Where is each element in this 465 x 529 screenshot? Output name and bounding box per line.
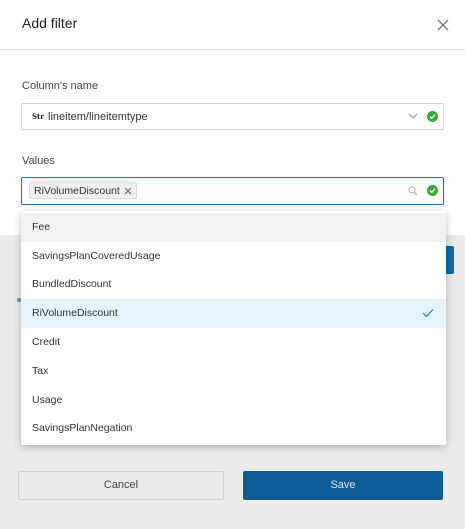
values-label: Values	[22, 155, 55, 167]
dialog-header: Add filter	[0, 0, 465, 50]
values-input[interactable]: RiVolumeDiscount	[21, 177, 444, 205]
dropdown-option[interactable]: Tax	[21, 357, 446, 386]
cancel-button[interactable]: Cancel	[18, 471, 224, 500]
check-circle-icon	[427, 185, 438, 196]
search-icon	[408, 186, 418, 196]
dropdown-option[interactable]: Credit	[21, 328, 446, 357]
dialog-title: Add filter	[22, 15, 78, 31]
dropdown-option-label: Credit	[32, 336, 61, 348]
check-circle-icon	[427, 111, 438, 122]
column-name-label: Column's name	[22, 80, 99, 92]
column-name-select[interactable]: Str lineitem/lineitemtype	[21, 103, 444, 130]
close-icon	[437, 19, 449, 31]
dropdown-option-label: RiVolumeDiscount	[32, 307, 118, 319]
dropdown-option[interactable]: Fee	[21, 213, 446, 242]
dropdown-option[interactable]: BundledDiscount	[21, 270, 446, 299]
checkmark-icon	[422, 309, 434, 318]
dropdown-option-label: SavingsPlanCoveredUsage	[32, 250, 161, 262]
string-type-icon: Str	[32, 112, 44, 121]
add-filter-dialog: Add filter Column's name Str lineitem/li…	[0, 0, 465, 235]
dropdown-option-label: Fee	[32, 221, 51, 233]
remove-chip-icon	[124, 187, 132, 194]
value-chip-label: RiVolumeDiscount	[34, 184, 120, 197]
dropdown-option[interactable]: SavingsPlanCoveredUsage	[21, 242, 446, 271]
dropdown-option[interactable]: SavingsPlanNegation	[21, 414, 446, 443]
save-button[interactable]: Save	[243, 471, 443, 500]
close-button[interactable]	[434, 16, 452, 34]
chevron-down-icon[interactable]	[408, 113, 418, 120]
remove-chip-button[interactable]	[124, 187, 132, 195]
column-name-value: lineitem/lineitemtype	[48, 111, 148, 123]
dropdown-option-label: Tax	[32, 365, 49, 377]
values-dropdown-list: Fee SavingsPlanCoveredUsage BundledDisco…	[21, 211, 446, 445]
dropdown-option-label: SavingsPlanNegation	[32, 422, 133, 434]
dropdown-option-label: Usage	[32, 394, 63, 406]
dropdown-option-selected[interactable]: RiVolumeDiscount	[21, 299, 446, 328]
dropdown-option[interactable]: Usage	[21, 386, 446, 415]
dropdown-option-label: BundledDiscount	[32, 278, 112, 290]
value-chip: RiVolumeDiscount	[29, 182, 137, 199]
